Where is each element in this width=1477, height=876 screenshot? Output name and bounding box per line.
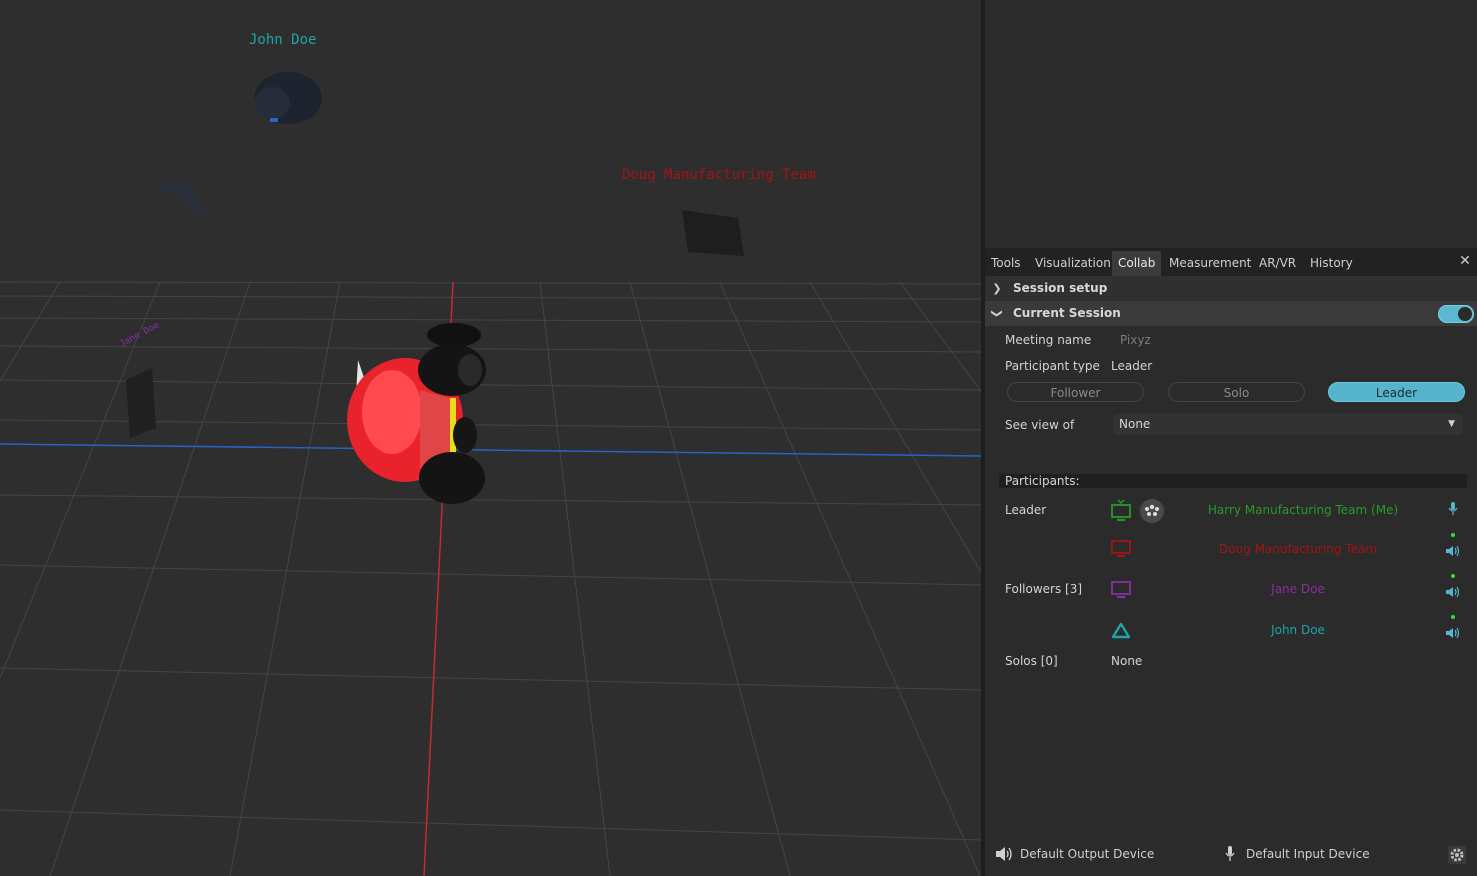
- john-doe-avatar-label: John Doe: [249, 32, 317, 48]
- desktop-icon: [1111, 499, 1131, 521]
- session-setup-title: Session setup: [1013, 281, 1108, 295]
- dropdown-caret-icon: ▼: [1448, 419, 1455, 429]
- solos-label: Solos [0]: [1005, 654, 1058, 668]
- speaking-indicator: [1451, 615, 1455, 619]
- car-model[interactable]: [347, 323, 486, 504]
- z-axis-line: [0, 443, 981, 457]
- chevron-down-icon: ❯: [990, 308, 1004, 319]
- doug-team-avatar-label: Doug Manufacturing Team: [622, 167, 816, 183]
- session-toggle[interactable]: [1438, 305, 1474, 323]
- participants-title: Participants:: [999, 474, 1467, 488]
- scene-canvas[interactable]: [0, 0, 981, 876]
- collab-panel: Tools Visualization Collab Measurement A…: [985, 248, 1477, 876]
- meeting-name-label: Meeting name: [1005, 333, 1092, 347]
- input-device-select[interactable]: Default Input Device: [1246, 842, 1370, 866]
- leader-label: Leader: [1005, 503, 1047, 517]
- group-icon[interactable]: [1139, 498, 1165, 524]
- speaker-icon[interactable]: [1445, 544, 1461, 558]
- speaking-indicator: [1451, 574, 1455, 578]
- see-view-dropdown[interactable]: None ▼: [1113, 414, 1463, 435]
- vr-headset-model[interactable]: [254, 72, 322, 124]
- tab-visualization[interactable]: Visualization: [1029, 251, 1117, 276]
- current-session-title: Current Session: [1013, 306, 1121, 320]
- role-solo-button[interactable]: Solo: [1168, 382, 1305, 402]
- participant-type-value: Leader: [1111, 359, 1153, 373]
- tab-measurement[interactable]: Measurement: [1163, 251, 1257, 276]
- tab-tools[interactable]: Tools: [985, 251, 1027, 276]
- participant-type-label: Participant type: [1005, 359, 1100, 373]
- vr-controller-model[interactable]: [160, 180, 206, 218]
- current-session-header[interactable]: ❯ Current Session: [985, 301, 1477, 326]
- participant-jane[interactable]: Jane Doe: [1185, 582, 1411, 596]
- meeting-name-input[interactable]: Pixyz: [1120, 333, 1151, 347]
- gear-icon[interactable]: [1448, 846, 1466, 864]
- participant-john[interactable]: John Doe: [1185, 623, 1411, 637]
- see-view-label: See view of: [1005, 418, 1075, 432]
- chevron-right-icon: ❯: [992, 282, 1002, 295]
- speaker-icon[interactable]: [995, 845, 1015, 863]
- tab-bar: Tools Visualization Collab Measurement A…: [985, 248, 1477, 276]
- desktop-icon: [1111, 540, 1131, 557]
- role-leader-button[interactable]: Leader: [1328, 382, 1465, 402]
- desktop-icon: [1111, 581, 1131, 598]
- microphone-icon[interactable]: [1224, 845, 1236, 863]
- see-view-value: None: [1119, 417, 1151, 431]
- jane-screen-model[interactable]: [126, 368, 156, 438]
- microphone-icon[interactable]: [1447, 501, 1459, 517]
- close-icon[interactable]: ✕: [1457, 252, 1473, 270]
- participant-harry[interactable]: Harry Manufacturing Team (Me): [1185, 503, 1421, 517]
- followers-label: Followers [3]: [1005, 582, 1083, 596]
- output-device-select[interactable]: Default Output Device: [1020, 842, 1154, 866]
- speaking-indicator: [1451, 533, 1455, 537]
- role-follower-button[interactable]: Follower: [1007, 382, 1144, 402]
- tab-history[interactable]: History: [1304, 251, 1359, 276]
- solos-value: None: [1111, 654, 1143, 668]
- tab-arvr[interactable]: AR/VR: [1253, 251, 1302, 276]
- participant-doug[interactable]: Doug Manufacturing Team: [1185, 542, 1411, 556]
- 3d-viewport[interactable]: John Doe Doug Manufacturing Team Jane Do…: [0, 0, 981, 876]
- vr-headset-icon: [1111, 622, 1131, 639]
- audio-footer: Default Output Device Default Input Devi…: [985, 842, 1477, 876]
- empty-panel-area: [985, 0, 1477, 248]
- session-setup-header[interactable]: ❯ Session setup: [985, 276, 1477, 301]
- tab-collab[interactable]: Collab: [1112, 251, 1162, 276]
- speaker-icon[interactable]: [1445, 585, 1461, 599]
- speaker-icon[interactable]: [1445, 626, 1461, 640]
- doug-screen-model[interactable]: [682, 210, 744, 256]
